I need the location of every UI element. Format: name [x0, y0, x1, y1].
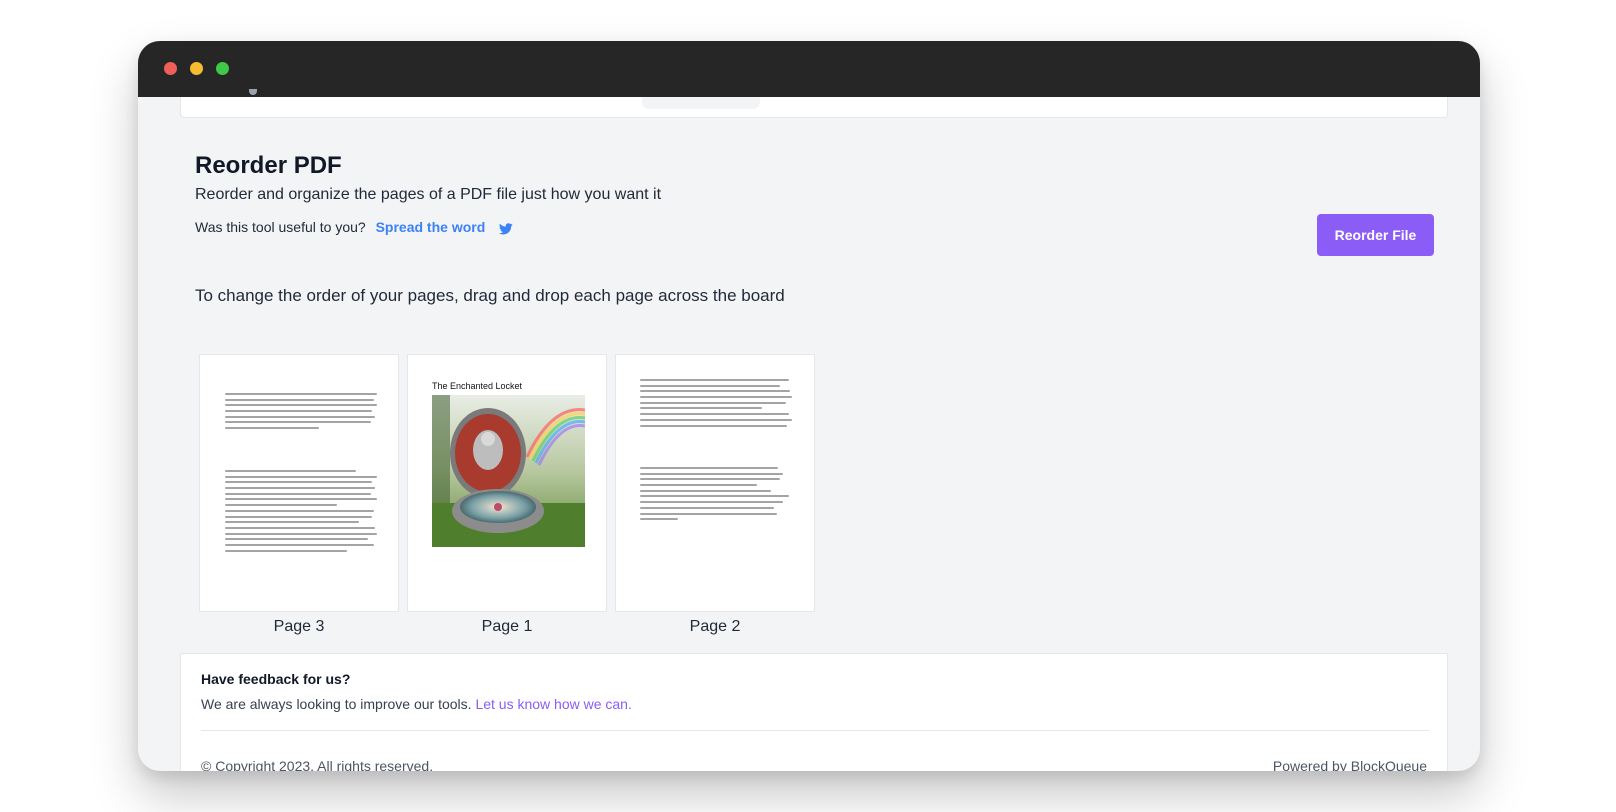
page-2-paragraph-1 [640, 379, 792, 430]
top-navigation [180, 89, 1448, 118]
window-titlebar [138, 41, 1480, 97]
page-1-heading: The Enchanted Locket [432, 381, 523, 391]
page-label-1: Page 1 [481, 618, 533, 635]
minimize-window-button[interactable] [190, 62, 203, 75]
usefulness-prompt: Was this tool useful to you? Spread the … [195, 219, 513, 238]
page-title: Reorder PDF [195, 152, 342, 179]
page-2-paragraph-2 [640, 467, 792, 524]
useful-question: Was this tool useful to you? [195, 219, 366, 235]
twitter-icon[interactable] [499, 222, 513, 238]
page-thumbnail-1[interactable]: The Enchanted Locket [407, 354, 607, 612]
instructions-text: To change the order of your pages, drag … [195, 286, 785, 305]
page-subtitle: Reorder and organize the pages of a PDF … [195, 186, 662, 203]
page-3-paragraph-1 [225, 393, 377, 433]
feedback-link[interactable]: Let us know how we can. [475, 696, 631, 712]
spread-the-word-link[interactable]: Spread the word [376, 219, 486, 235]
feedback-text: We are always looking to improve our too… [201, 696, 632, 712]
nav-pill[interactable] [642, 97, 760, 109]
browser-window: Reorder PDF Reorder and organize the pag… [138, 41, 1480, 771]
page-label-2: Page 2 [689, 618, 741, 635]
feedback-title: Have feedback for us? [201, 671, 351, 687]
close-window-button[interactable] [164, 62, 177, 75]
locket-illustration [432, 395, 585, 547]
powered-by-text: Powered by BlockQueue [1272, 758, 1427, 771]
footer-divider [201, 730, 1429, 731]
maximize-window-button[interactable] [216, 62, 229, 75]
page-content: Reorder PDF Reorder and organize the pag… [138, 89, 1480, 771]
page-thumbnail-2[interactable] [615, 354, 815, 612]
feedback-description: We are always looking to improve our too… [201, 696, 472, 712]
page-3-paragraph-2 [225, 470, 377, 555]
page-label-3: Page 3 [273, 618, 325, 635]
feedback-section: Have feedback for us? We are always look… [180, 653, 1448, 771]
page-thumbnail-3[interactable] [199, 354, 399, 612]
reorder-file-button[interactable]: Reorder File [1317, 214, 1434, 256]
copyright-text: © Copyright 2023. All rights reserved. [201, 758, 434, 771]
